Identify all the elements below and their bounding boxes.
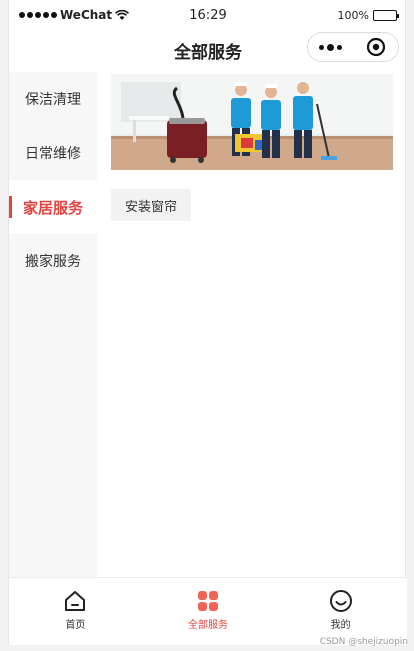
- watermark: CSDN @shejizuopin: [319, 637, 408, 647]
- status-right: 100%: [337, 9, 399, 22]
- home-icon: [65, 591, 86, 611]
- phone-frame: WeChat 16:29 100% 全部服务 保洁清理 日常维修 家居服务 搬家…: [8, 0, 407, 645]
- tab-label: 我的: [330, 620, 351, 631]
- grid-icon: [198, 591, 218, 611]
- target-icon: [366, 37, 385, 57]
- close-miniprogram-button[interactable]: [353, 33, 398, 61]
- sidebar-item-cleaning[interactable]: 保洁清理: [9, 72, 97, 126]
- sidebar-item-label: 日常维修: [25, 146, 81, 162]
- status-bar: WeChat 16:29 100%: [9, 0, 407, 32]
- battery-icon: [373, 10, 399, 21]
- tab-label: 首页: [65, 620, 86, 631]
- tab-home[interactable]: 首页: [9, 578, 142, 645]
- smile-icon: [329, 590, 352, 612]
- sidebar-item-home-service[interactable]: 家居服务: [9, 180, 97, 234]
- more-dot-icon: [337, 44, 342, 50]
- sidebar-item-label: 保洁清理: [25, 92, 81, 108]
- category-banner-image: [111, 74, 393, 170]
- more-dot-icon: [327, 43, 334, 51]
- sidebar-item-label: 搬家服务: [25, 254, 81, 270]
- service-item-label: 安装窗帘: [125, 199, 178, 215]
- menu-capsule: [307, 32, 399, 62]
- tab-all-services[interactable]: 全部服务: [142, 578, 275, 645]
- nav-bar: 全部服务: [9, 32, 407, 72]
- sidebar-item-label: 家居服务: [22, 198, 83, 217]
- sidebar-item-moving[interactable]: 搬家服务: [9, 234, 97, 288]
- battery-label: 100%: [337, 9, 369, 22]
- more-dot-icon: [319, 44, 324, 50]
- tab-mine[interactable]: 我的: [274, 578, 407, 645]
- sidebar-item-repair[interactable]: 日常维修: [9, 126, 97, 180]
- category-sidebar: 保洁清理 日常维修 家居服务 搬家服务: [9, 72, 97, 577]
- more-button[interactable]: [308, 33, 353, 61]
- tab-label: 全部服务: [188, 620, 228, 631]
- cleaning-crew-illustration: [111, 74, 393, 170]
- tab-bar: 首页 全部服务 我的: [9, 577, 407, 645]
- service-item-curtain-install[interactable]: 安装窗帘: [111, 189, 192, 221]
